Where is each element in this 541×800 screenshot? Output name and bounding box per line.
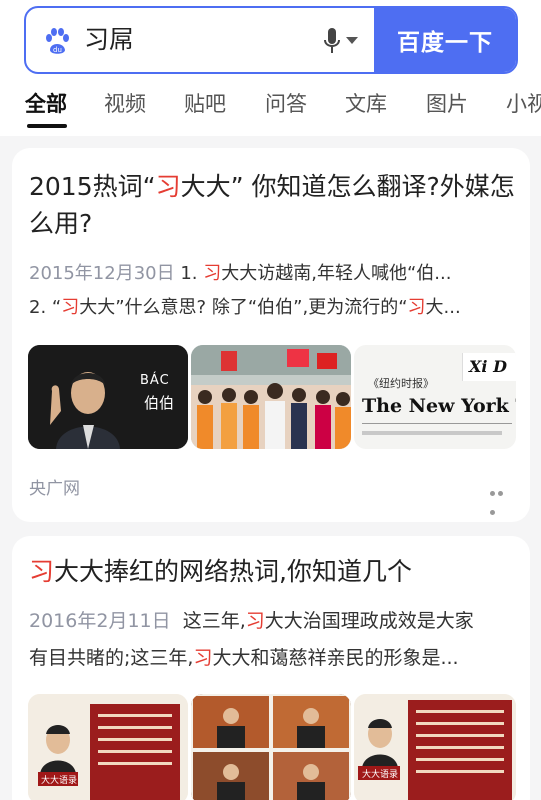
badge-label: 大大语录 [41, 776, 78, 786]
quote-card-image[interactable]: 大大语录 [28, 694, 188, 800]
newspaper-masthead: The New York Tim [362, 395, 516, 417]
result-card[interactable]: 习大大捧红的网络热词,你知道几个 2016年2月11日 这三年,习大大治国理政成… [12, 536, 530, 800]
tab-tieba[interactable]: 贴吧 [184, 88, 226, 120]
nav-strip [362, 431, 502, 435]
badge-label: 大大语录 [362, 770, 399, 780]
nyt-masthead-photo[interactable]: Xi D 《纽约时报》 The New York Tim [354, 345, 516, 449]
result-snippet-line: 2015年12月30日 1. 习大大访越南,年轻人喊他“伯... [29, 263, 452, 284]
tab-wenku[interactable]: 文库 [345, 88, 387, 120]
tab-short-video[interactable]: 小视 [506, 88, 541, 120]
tab-qa[interactable]: 问答 [265, 88, 307, 120]
result-snippet-line: 2. “习大大”什么意思? 除了“伯伯”,更为流行的“习大... [29, 297, 461, 318]
tab-video[interactable]: 视频 [104, 88, 146, 120]
tab-bar: 全部 视频 贴吧 问答 文库 图片 小视 [0, 88, 541, 128]
caption-text: 《纽约时报》 [368, 377, 434, 390]
search-input[interactable]: 习屌 [84, 22, 134, 58]
meeting-photos-grid[interactable] [191, 694, 351, 800]
result-snippet-line: 有目共睹的;这三年,习大大和蔼慈祥亲民的形象是... [29, 647, 459, 669]
photo-illustration [191, 345, 351, 449]
svg-text:du: du [53, 46, 62, 54]
result-title[interactable]: 习大大捧红的网络热词,你知道几个 [29, 553, 519, 590]
quote-card-image[interactable]: 大大语录 [354, 694, 516, 800]
crowd-students-photo[interactable] [191, 345, 351, 449]
photo-illustration [191, 694, 351, 800]
more-options-icon[interactable] [490, 481, 512, 515]
search-box[interactable]: du 习屌 百度一下 [24, 6, 518, 74]
tab-images[interactable]: 图片 [426, 88, 468, 120]
result-card[interactable]: 2015热词“习大大” 你知道怎么翻译?外媒怎么用? 2015年12月30日 1… [12, 148, 530, 522]
photo-caption: 伯伯 [144, 394, 175, 412]
xi-waving-photo[interactable]: BÁC 伯伯 [28, 345, 188, 449]
headline-fragment: Xi D [462, 353, 516, 381]
result-source[interactable]: 央广网 [29, 474, 80, 499]
result-snippet-line: 2016年2月11日 这三年,习大大治国理政成效是大家 [29, 610, 474, 632]
photo-illustration [354, 694, 516, 800]
microphone-icon[interactable] [324, 26, 340, 56]
top-bar: du 习屌 百度一下 全部 视频 贴吧 问答 文库 图片 小视 [0, 0, 541, 136]
photo-caption: BÁC [140, 373, 170, 388]
tab-all[interactable]: 全部 [25, 88, 67, 120]
active-tab-indicator [27, 124, 67, 128]
chevron-down-icon[interactable] [346, 37, 358, 44]
baidu-paw-icon: du [46, 28, 69, 54]
result-title[interactable]: 2015热词“习大大” 你知道怎么翻译?外媒怎么用? [29, 168, 519, 242]
search-button[interactable]: 百度一下 [374, 8, 516, 72]
divider [362, 423, 512, 424]
